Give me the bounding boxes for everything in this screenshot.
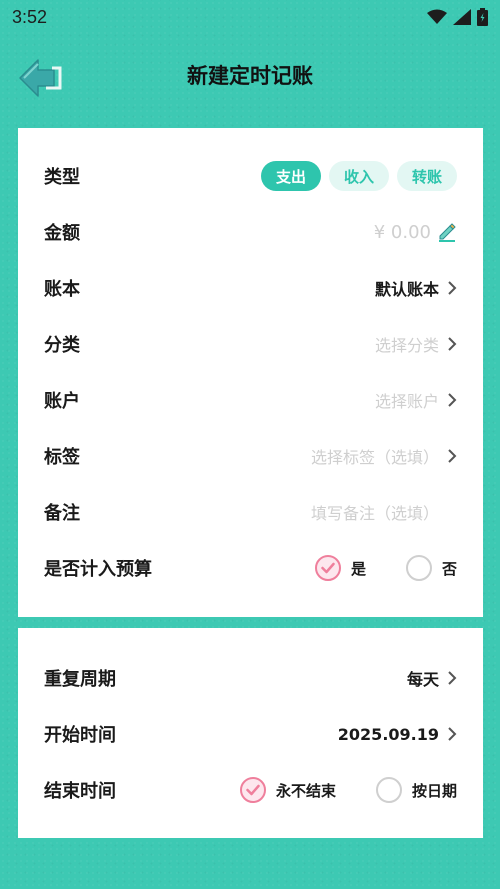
end-by-date-label: 按日期 bbox=[411, 781, 457, 800]
signal-icon bbox=[453, 9, 471, 25]
tags-placeholder: 选择标签（选填） bbox=[310, 448, 439, 467]
note-input[interactable]: 填写备注（选填） bbox=[311, 500, 439, 524]
start-time-label: 开始时间 bbox=[44, 725, 116, 746]
account-placeholder: 选择账户 bbox=[374, 392, 439, 411]
transaction-form-card: 类型 支出 收入 转账 金额 ¥ 0.00 账本 默认账本 分类 选择分类 账户… bbox=[18, 128, 483, 617]
back-arrow-icon bbox=[19, 59, 62, 97]
chevron-right-icon bbox=[448, 337, 457, 351]
schedule-card: 重复周期 每天 开始时间 2025.09.19 结束时间 永不结束 按日期 bbox=[18, 628, 483, 838]
start-time-row[interactable]: 开始时间 2025.09.19 bbox=[18, 706, 483, 762]
end-time-label: 结束时间 bbox=[44, 781, 116, 802]
end-never-label: 永不结束 bbox=[275, 781, 336, 800]
category-row[interactable]: 分类 选择分类 bbox=[18, 316, 483, 372]
budget-label: 是否计入预算 bbox=[44, 559, 152, 580]
type-expense-button[interactable]: 支出 bbox=[260, 161, 321, 191]
amount-label: 金额 bbox=[44, 223, 80, 244]
end-by-date-option[interactable]: 按日期 bbox=[375, 777, 457, 803]
type-transfer-button[interactable]: 转账 bbox=[396, 161, 457, 191]
top-bar: 新建定时记账 bbox=[0, 40, 500, 112]
book-value: 默认账本 bbox=[374, 280, 439, 299]
wifi-icon bbox=[427, 9, 447, 24]
radio-checked-icon[interactable] bbox=[239, 777, 266, 803]
chevron-right-icon bbox=[448, 281, 457, 295]
chevron-right-icon bbox=[448, 727, 457, 741]
page-title: 新建定时记账 bbox=[187, 64, 313, 88]
account-label: 账户 bbox=[44, 391, 80, 412]
battery-icon bbox=[477, 8, 488, 26]
type-row: 类型 支出 收入 转账 bbox=[18, 148, 483, 204]
note-row: 备注 填写备注（选填） bbox=[18, 484, 483, 540]
radio-unchecked-icon[interactable] bbox=[375, 777, 402, 803]
repeat-label: 重复周期 bbox=[44, 669, 116, 690]
back-button[interactable] bbox=[16, 52, 66, 102]
start-time-value: 2025.09.19 bbox=[337, 724, 439, 744]
end-time-row: 结束时间 永不结束 按日期 bbox=[18, 762, 483, 818]
account-row[interactable]: 账户 选择账户 bbox=[18, 372, 483, 428]
type-label: 类型 bbox=[44, 167, 80, 188]
book-label: 账本 bbox=[44, 279, 80, 300]
tags-label: 标签 bbox=[44, 447, 80, 468]
tags-row[interactable]: 标签 选择标签（选填） bbox=[18, 428, 483, 484]
budget-row: 是否计入预算 是 否 bbox=[18, 540, 483, 596]
edit-pencil-icon[interactable] bbox=[437, 222, 457, 242]
category-label: 分类 bbox=[44, 335, 80, 356]
book-row[interactable]: 账本 默认账本 bbox=[18, 260, 483, 316]
budget-no-label: 否 bbox=[441, 559, 457, 578]
budget-yes-label: 是 bbox=[350, 559, 366, 578]
chevron-right-icon bbox=[448, 393, 457, 407]
status-time: 3:52 bbox=[12, 6, 48, 27]
radio-checked-icon[interactable] bbox=[314, 555, 341, 581]
radio-unchecked-icon[interactable] bbox=[405, 555, 432, 581]
chevron-right-icon bbox=[448, 671, 457, 685]
amount-input[interactable]: ¥ 0.00 bbox=[374, 222, 431, 243]
status-bar: 3:52 bbox=[0, 0, 500, 34]
category-placeholder: 选择分类 bbox=[374, 336, 439, 355]
chevron-right-icon bbox=[448, 449, 457, 463]
amount-row[interactable]: 金额 ¥ 0.00 bbox=[18, 204, 483, 260]
status-icons bbox=[427, 8, 488, 26]
note-label: 备注 bbox=[44, 503, 80, 524]
repeat-row[interactable]: 重复周期 每天 bbox=[18, 650, 483, 706]
budget-yes-option[interactable]: 是 bbox=[314, 555, 366, 581]
budget-no-option[interactable]: 否 bbox=[405, 555, 457, 581]
type-income-button[interactable]: 收入 bbox=[328, 161, 389, 191]
repeat-value: 每天 bbox=[406, 670, 439, 689]
end-never-option[interactable]: 永不结束 bbox=[239, 777, 336, 803]
